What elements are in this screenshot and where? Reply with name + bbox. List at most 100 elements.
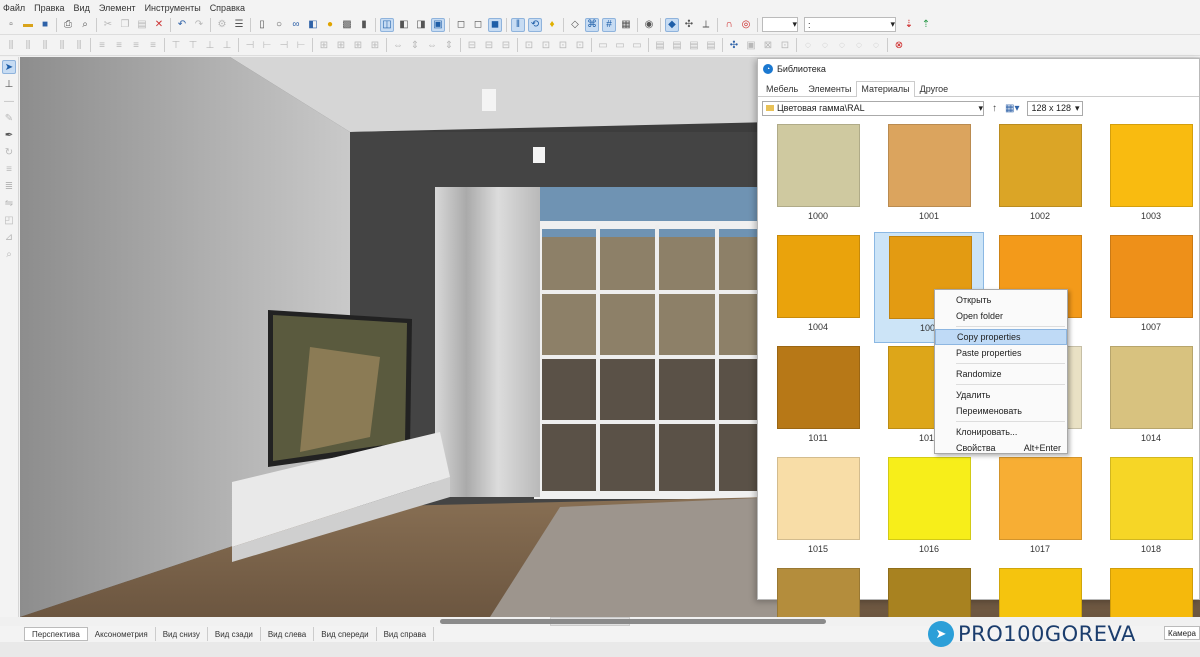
zoom-tool-icon[interactable]: ⌕ — [2, 247, 16, 261]
save-icon[interactable]: ■ — [38, 18, 52, 32]
align-tool-icon[interactable]: ⊟ — [465, 38, 479, 52]
align-tool-icon[interactable]: ⊟ — [482, 38, 496, 52]
material-item[interactable]: 1002 — [985, 121, 1095, 232]
context-menu-item[interactable]: Randomize — [935, 366, 1067, 382]
align-tool-icon[interactable]: ⇔ — [391, 38, 405, 52]
align-tool-icon[interactable]: ⊠ — [761, 38, 775, 52]
rotate-icon[interactable]: ⟲ — [528, 17, 542, 32]
library-tab[interactable]: Другое — [915, 81, 954, 96]
align-tool-icon[interactable]: ⊞ — [351, 38, 365, 52]
menu-item[interactable]: Инструменты — [145, 3, 201, 13]
brush-icon[interactable]: ⌘ — [585, 17, 599, 32]
align-tool-icon[interactable]: ≡ — [95, 38, 109, 52]
align-tool-icon[interactable]: ⊟ — [499, 38, 513, 52]
report-icon[interactable]: ▮ — [357, 18, 371, 32]
menu-item[interactable]: Вид — [74, 3, 90, 13]
align-tool-icon[interactable]: ▭ — [596, 38, 610, 52]
align-tool-icon[interactable]: ◌ — [869, 38, 883, 52]
context-menu-item[interactable]: Удалить — [935, 387, 1067, 403]
library-tab[interactable]: Элементы — [803, 81, 856, 96]
align-tool-icon[interactable]: ◌ — [852, 38, 866, 52]
context-menu-item[interactable]: Открыть — [935, 292, 1067, 308]
light-icon[interactable]: ● — [323, 18, 337, 32]
view-tab[interactable]: Вид справа — [377, 627, 435, 641]
material-item[interactable]: 1004 — [763, 232, 873, 343]
box-front-icon[interactable]: ◻ — [454, 18, 468, 32]
group-icon[interactable]: ◰ — [2, 213, 16, 227]
material-item[interactable]: 1018 — [1096, 454, 1200, 565]
redo-icon[interactable]: ↷ — [192, 18, 206, 32]
search-icon[interactable]: ○ — [272, 18, 286, 32]
scrollbar-thumb[interactable] — [440, 619, 826, 624]
library-tab[interactable]: Материалы — [856, 81, 915, 97]
material-item[interactable]: 1007 — [1096, 232, 1200, 343]
align-tool-icon[interactable]: ⊥ — [203, 38, 217, 52]
align-tool-icon[interactable]: ⊡ — [539, 38, 553, 52]
context-menu-item[interactable]: Paste properties — [935, 345, 1067, 361]
material-item[interactable]: 1016 — [874, 454, 984, 565]
box-side-icon[interactable]: ◻ — [471, 18, 485, 32]
view-tab[interactable]: Вид сзади — [208, 627, 261, 641]
material-item[interactable]: 1001 — [874, 121, 984, 232]
print-preview-icon[interactable]: ⌕ — [78, 18, 92, 32]
align-tool-icon[interactable]: ▤ — [653, 38, 667, 52]
align-tool-icon[interactable]: ✣ — [727, 38, 741, 52]
snap-edge-icon[interactable]: ✣ — [682, 18, 696, 32]
material-item[interactable]: 1003 — [1096, 121, 1200, 232]
view-tab[interactable]: Вид снизу — [156, 627, 208, 641]
library-tab[interactable]: Мебель — [761, 81, 803, 96]
eye-icon[interactable]: ◉ — [642, 18, 656, 32]
align-tool-icon[interactable]: ▭ — [630, 38, 644, 52]
material-icon[interactable]: ◧ — [306, 18, 320, 32]
rotate-tool-icon[interactable]: ↻ — [2, 145, 16, 159]
new-file-icon[interactable]: ▫ — [4, 18, 18, 32]
material-item[interactable]: 1015 — [763, 454, 873, 565]
box-shaded-icon[interactable]: ◼ — [488, 17, 502, 32]
align-tool-icon[interactable]: ≡ — [112, 38, 126, 52]
align-tool-icon[interactable]: ⊗ — [892, 38, 906, 52]
align-tool-icon[interactable]: ⊢ — [294, 38, 308, 52]
texture-icon[interactable]: ▩ — [340, 18, 354, 32]
copy-icon[interactable]: ❐ — [118, 18, 132, 32]
link-icon[interactable]: ∞ — [289, 18, 303, 32]
target-icon[interactable]: ◎ — [739, 18, 753, 32]
align-tool-icon[interactable]: ⊡ — [522, 38, 536, 52]
settings-sliders-icon[interactable]: ☰ — [232, 18, 246, 32]
align-tool-icon[interactable]: ⊢ — [260, 38, 274, 52]
menu-item[interactable]: Справка — [210, 3, 245, 13]
paste-icon[interactable]: ▤ — [135, 18, 149, 32]
align-tool-icon[interactable]: ⊣ — [277, 38, 291, 52]
align-tool-icon[interactable]: ⊡ — [778, 38, 792, 52]
align-tool-icon[interactable]: ⊡ — [573, 38, 587, 52]
view-mode-icon[interactable]: ▦▾ — [1005, 103, 1019, 114]
view-top-icon[interactable]: ◫ — [380, 17, 394, 32]
align-tool-icon[interactable]: ◌ — [818, 38, 832, 52]
cut-icon[interactable]: ✂ — [101, 18, 115, 32]
align-tool-icon[interactable]: ⇕ — [408, 38, 422, 52]
align-tool-icon[interactable]: ◌ — [801, 38, 815, 52]
thumbnail-size-select[interactable]: 128 x 128 ▾ — [1027, 100, 1084, 116]
context-menu-item[interactable]: Open folder — [935, 308, 1067, 324]
menu-item[interactable]: Файл — [3, 3, 25, 13]
view-front-icon[interactable]: ◧ — [397, 18, 411, 32]
context-menu-item[interactable]: Переименовать — [935, 403, 1067, 419]
layer-select[interactable]: : ▾ — [804, 17, 896, 32]
tag-icon[interactable]: ◇ — [568, 18, 582, 32]
menu-item[interactable]: Элемент — [99, 3, 136, 13]
picker-icon[interactable]: ✒ — [2, 128, 16, 142]
dimensions-icon[interactable]: ‖ — [511, 17, 525, 32]
align-tool-icon[interactable]: ⊞ — [368, 38, 382, 52]
zoom-select[interactable]: ▾ — [762, 17, 798, 32]
print-icon[interactable]: ⎙ — [61, 18, 75, 32]
view-tab[interactable]: Вид слева — [261, 627, 315, 641]
view-3d-icon[interactable]: ▣ — [431, 17, 445, 32]
align-tool-icon[interactable]: ⊞ — [334, 38, 348, 52]
line-icon[interactable]: ― — [2, 94, 16, 108]
open-folder-icon[interactable]: ▬ — [21, 18, 35, 32]
mirror-icon[interactable]: ⇋ — [2, 196, 16, 210]
snap-point-icon[interactable]: ◆ — [665, 17, 679, 32]
snap-icon[interactable]: ⚙ — [215, 18, 229, 32]
insert-icon[interactable]: ⊥ — [2, 77, 16, 91]
context-menu-item[interactable]: Свойства Alt+Enter — [935, 440, 1067, 456]
align-tool-icon[interactable]: ⫼ — [55, 38, 69, 52]
